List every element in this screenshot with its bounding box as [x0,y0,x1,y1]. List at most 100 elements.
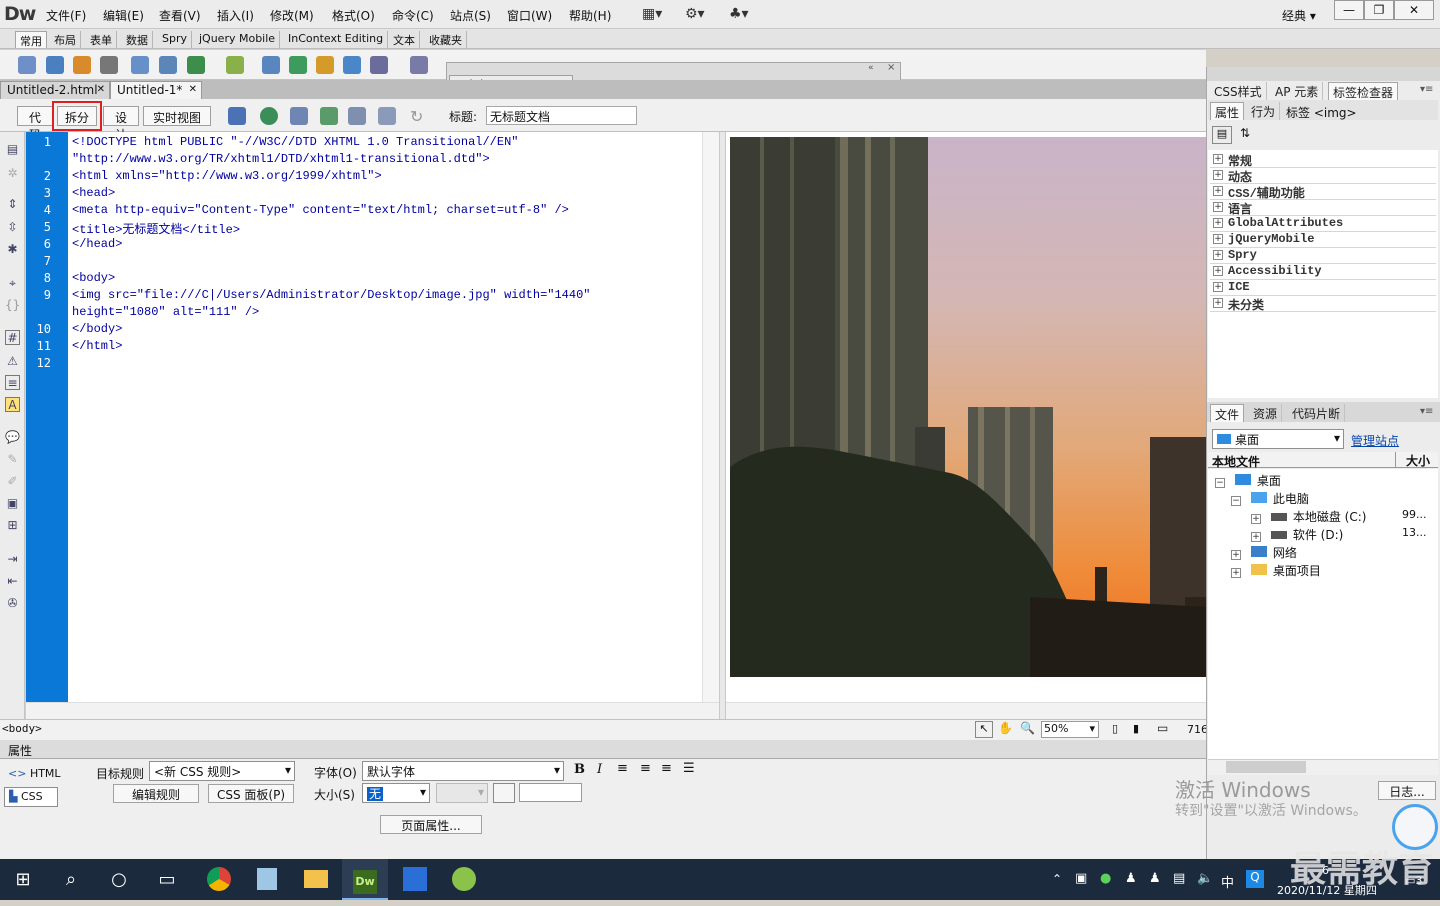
collapse-tag-icon[interactable]: ⇕ [5,197,20,212]
align-center-icon[interactable]: ≡ [640,761,651,776]
desktop-size-icon[interactable]: ▭ [1157,721,1168,735]
align-right-icon[interactable]: ≡ [661,761,672,776]
category-spry[interactable]: + Spry [1210,248,1436,264]
named-anchor-icon[interactable] [73,56,91,74]
check-browser-icon[interactable] [378,107,396,125]
page-properties-button[interactable]: 页面属性... [380,815,482,834]
tablet-size-icon[interactable]: ▮ [1133,722,1139,735]
category-dynamic[interactable]: + 动态 [1210,168,1436,185]
search-icon[interactable]: ⌕ [48,859,94,900]
email-link-icon[interactable] [46,56,64,74]
tree-item-drive-d[interactable]: + 软件 (D:) [1251,526,1343,543]
qq-browser-icon[interactable]: Q [1246,870,1264,888]
minimize-button[interactable]: — [1334,0,1364,20]
apply-comment-icon[interactable]: 💬 [5,430,20,445]
layout-icon[interactable]: ▦▾ [642,6,662,22]
tab-close-icon[interactable]: ✕ [189,84,197,95]
server-include-icon[interactable] [316,56,334,74]
open-documents-icon[interactable]: ▤ [5,142,20,157]
subtab-behaviors[interactable]: 行为 [1247,102,1281,120]
size-unit-select[interactable]: ▾ [436,783,488,803]
doc-tab-untitled-1[interactable]: Untitled-1* ✕ [110,81,202,99]
site-select[interactable]: 桌面 ▾ [1212,429,1344,449]
visual-aids-icon[interactable] [348,107,366,125]
subtab-attributes[interactable]: 属性 [1210,102,1245,120]
tree-item-this-pc[interactable]: − 此电脑 [1231,490,1309,507]
design-horizontal-scrollbar[interactable] [726,702,1206,719]
manage-sites-link[interactable]: 管理站点 [1351,432,1399,449]
category-jquery-mobile[interactable]: + jQueryMobile [1210,232,1436,248]
menu-view[interactable]: 查看(V) [159,7,201,24]
mobile-size-icon[interactable]: ▯ [1112,722,1118,735]
insert-tab-jquery-mobile[interactable]: jQuery Mobile [195,31,281,48]
templates-icon[interactable] [410,56,428,74]
alphabetical-view-icon[interactable]: ⇅ [1240,126,1250,140]
horizontal-rule-icon[interactable] [100,56,118,74]
dreamweaver-taskbar-icon[interactable]: Dw [342,859,388,900]
highlight-invalid-icon[interactable]: ⚠ [5,354,20,369]
file-management-icon[interactable] [290,107,308,125]
zoom-tool-icon[interactable]: 🔍 [1020,721,1035,735]
tab-assets[interactable]: 资源 [1249,404,1283,422]
category-ice[interactable]: + ICE [1210,280,1436,296]
insert-tab-data[interactable]: 数据 [122,31,153,48]
col-local-files[interactable]: 本地文件 [1212,453,1260,470]
text-color-input[interactable] [519,783,582,802]
tab-ap-elements[interactable]: AP 元素 [1271,82,1324,100]
menu-help[interactable]: 帮助(H) [569,7,611,24]
site-icon[interactable]: ♣▾ [729,6,749,22]
format-source-icon[interactable]: ✇ [5,596,20,611]
menu-site[interactable]: 站点(S) [450,7,491,24]
recent-snippets-icon[interactable]: ▣ [5,496,20,511]
network-icon[interactable]: ▤ [1173,871,1185,886]
live-view-button[interactable]: 实时视图 [143,106,211,126]
panel-collapse-icon[interactable]: « [868,63,874,73]
cortana-icon[interactable]: ○ [96,859,142,900]
app-green-icon[interactable] [441,859,487,900]
category-uncategorized[interactable]: + 未分类 [1210,296,1436,313]
justify-icon[interactable]: ☰ [683,761,695,776]
collapse-selection-icon[interactable]: ⇳ [5,220,20,235]
insert-div-icon[interactable] [159,56,177,74]
preview-browser-icon[interactable] [260,107,278,125]
file-explorer-icon[interactable] [293,859,339,900]
syntax-coloring-icon[interactable]: A [5,397,20,412]
menu-format[interactable]: 格式(O) [332,7,375,24]
ime-indicator[interactable]: 中 [1221,872,1234,891]
html-mode-button[interactable]: <> HTML [8,767,61,780]
menu-file[interactable]: 文件(F) [46,7,86,24]
wps-writer-icon[interactable] [392,859,438,900]
insert-tab-forms[interactable]: 表单 [86,31,117,48]
widget-icon[interactable] [262,56,280,74]
w3c-validation-icon[interactable] [320,107,338,125]
insert-tab-text[interactable]: 文本 [389,31,420,48]
head-icon[interactable] [370,56,388,74]
word-wrap-icon[interactable]: ≡ [5,375,20,390]
category-general[interactable]: + 常规 [1210,152,1436,169]
qq-icon[interactable]: ♟ [1125,871,1137,886]
tab-css-styles[interactable]: CSS样式 [1210,82,1267,100]
date-icon[interactable] [289,56,307,74]
files-options-icon[interactable]: ▾≡ [1420,406,1433,417]
log-button[interactable]: 日志... [1378,781,1436,800]
indent-code-icon[interactable]: ⇥ [5,552,20,567]
category-css-accessibility[interactable]: + CSS/辅助功能 [1210,184,1436,201]
category-global-attributes[interactable]: + GlobalAttributes [1210,216,1436,232]
code-editor[interactable] [68,132,702,702]
col-size[interactable]: 大小 [1395,452,1438,468]
media-icon[interactable] [226,56,244,74]
italic-button[interactable]: I [597,762,602,777]
code-view-button[interactable]: 代码 [17,106,53,142]
tab-tag-inspector[interactable]: 标签检查器 [1328,82,1399,100]
hyperlink-icon[interactable] [18,56,36,74]
tray-expand-icon[interactable]: ⌃ [1052,872,1062,886]
menu-edit[interactable]: 编辑(E) [103,7,144,24]
document-title-input[interactable]: 无标题文档 [486,106,637,125]
task-view-icon[interactable]: ▭ [144,859,190,900]
insert-tab-spry[interactable]: Spry [158,31,192,48]
extend-gear-icon[interactable]: ⚙▾ [685,6,705,22]
split-divider[interactable] [719,132,726,720]
edit-rule-button[interactable]: 编辑规则 [113,784,199,803]
tab-close-icon[interactable]: ✕ [97,84,105,95]
size-select[interactable]: 无 ▾ [362,783,430,803]
